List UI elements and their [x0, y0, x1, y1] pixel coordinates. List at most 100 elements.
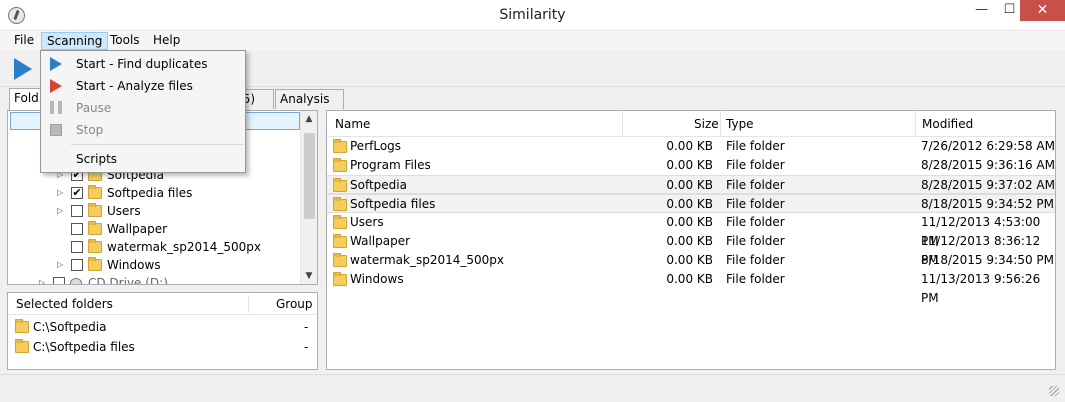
selected-folder-path: C:\Softpedia: [33, 320, 107, 334]
folder-icon: [333, 215, 347, 229]
file-modified: 8/28/2015 9:37:02 AM: [921, 178, 1055, 192]
file-type: File folder: [726, 234, 785, 248]
file-type: File folder: [726, 215, 785, 229]
folder-icon: [15, 339, 29, 353]
checkbox-checked[interactable]: ✔: [71, 187, 83, 199]
column-header-size[interactable]: Size: [694, 117, 719, 131]
tree-item-label: watermak_sp2014_500px: [107, 240, 262, 254]
resize-grip-icon[interactable]: [1049, 386, 1059, 396]
file-row[interactable]: watermak_sp2014_500px 0.00 KB File folde…: [327, 251, 1055, 270]
tree-item[interactable]: ▷ ✔ Softpedia files: [8, 184, 300, 202]
checkbox[interactable]: [71, 241, 83, 253]
selected-folders-list[interactable]: Selected folders Group C:\Softpedia - C:…: [7, 292, 318, 370]
scroll-down-icon[interactable]: ▼: [301, 268, 317, 284]
file-size: 0.00 KB: [666, 139, 713, 153]
file-row[interactable]: PerfLogs 0.00 KB File folder 7/26/2012 6…: [327, 137, 1055, 156]
menu-file[interactable]: File: [9, 32, 39, 50]
menu-item-start-find-duplicates[interactable]: Start - Find duplicates: [42, 53, 244, 75]
file-type: File folder: [726, 139, 785, 153]
file-modified: 8/28/2015 9:36:16 AM: [921, 158, 1055, 172]
expand-icon[interactable]: ▷: [57, 202, 65, 220]
folder-icon: [333, 178, 347, 192]
expand-icon[interactable]: ▷: [57, 256, 65, 274]
file-name: Wallpaper: [350, 234, 411, 248]
checkbox[interactable]: [53, 277, 65, 284]
expand-icon[interactable]: ▷: [57, 184, 65, 202]
cd-drive-icon: [70, 278, 82, 284]
column-header-selected-folders[interactable]: Selected folders: [16, 297, 113, 311]
tab-folders[interactable]: Fold: [9, 88, 42, 110]
play-red-icon: [50, 79, 62, 93]
folder-icon: [333, 197, 347, 211]
file-size: 0.00 KB: [666, 158, 713, 172]
start-scan-icon[interactable]: [14, 58, 32, 80]
tree-item[interactable]: Wallpaper: [8, 220, 300, 238]
file-name: Program Files: [350, 158, 431, 172]
file-modified: 8/18/2015 9:34:50 PM: [921, 253, 1055, 267]
file-modified: 7/26/2012 6:29:58 AM: [921, 139, 1055, 153]
menu-help[interactable]: Help: [148, 32, 185, 50]
file-row[interactable]: Users 0.00 KB File folder 11/12/2013 4:5…: [327, 213, 1055, 248]
file-row[interactable]: Windows 0.00 KB File folder 11/13/2013 9…: [327, 270, 1055, 305]
close-button[interactable]: ✕: [1020, 0, 1065, 21]
menu-tools[interactable]: Tools: [105, 32, 145, 50]
tree-item-label: Softpedia files: [107, 186, 193, 200]
selected-folder-row[interactable]: C:\Softpedia files -: [8, 337, 317, 357]
folder-icon: [333, 139, 347, 153]
column-header-name[interactable]: Name: [335, 117, 370, 131]
menu-item-start-analyze-files[interactable]: Start - Analyze files: [42, 75, 244, 97]
menu-bar: File Scanning Tools Help: [0, 31, 1065, 50]
folder-icon: [88, 221, 102, 235]
folder-icon: [88, 203, 102, 217]
checkbox[interactable]: [71, 223, 83, 235]
folder-icon: [333, 158, 347, 172]
minimize-button[interactable]: —: [968, 0, 995, 21]
folder-icon: [15, 319, 29, 333]
file-row-highlighted[interactable]: Softpedia 0.00 KB File folder 8/28/2015 …: [327, 175, 1055, 194]
scroll-up-icon[interactable]: ▲: [301, 111, 317, 127]
tree-item-partial[interactable]: ▷ CD Drive (D:): [8, 274, 300, 284]
scanning-dropdown-menu: Start - Find duplicates Start - Analyze …: [40, 50, 246, 173]
title-bar: Similarity — ☐ ✕: [0, 0, 1065, 31]
file-type: File folder: [726, 197, 785, 211]
tree-item[interactable]: watermak_sp2014_500px: [8, 238, 300, 256]
file-row[interactable]: Wallpaper 0.00 KB File folder 11/12/2013…: [327, 232, 1055, 267]
file-type: File folder: [726, 178, 785, 192]
checkbox[interactable]: [71, 205, 83, 217]
menu-item-scripts[interactable]: Scripts: [42, 148, 244, 170]
file-size: 0.00 KB: [666, 197, 713, 211]
folder-icon: [333, 272, 347, 286]
file-type: File folder: [726, 158, 785, 172]
menu-scanning[interactable]: Scanning: [41, 32, 109, 50]
column-header-group[interactable]: Group: [276, 297, 313, 311]
file-name: Softpedia: [350, 178, 407, 192]
file-size: 0.00 KB: [666, 234, 713, 248]
column-header-modified[interactable]: Modified: [922, 117, 973, 131]
status-bar: [0, 374, 1065, 402]
window-title: Similarity: [499, 7, 566, 23]
folder-icon: [333, 253, 347, 267]
column-header-type[interactable]: Type: [726, 117, 754, 131]
selected-folder-row[interactable]: C:\Softpedia -: [8, 317, 317, 337]
file-type: File folder: [726, 253, 785, 267]
scroll-thumb[interactable]: [304, 133, 315, 219]
maximize-button[interactable]: ☐: [996, 0, 1023, 21]
file-size: 0.00 KB: [666, 215, 713, 229]
file-size: 0.00 KB: [666, 253, 713, 267]
pause-icon: [50, 101, 62, 114]
tree-item[interactable]: ▷ Windows: [8, 256, 300, 274]
file-row[interactable]: Program Files 0.00 KB File folder 8/28/2…: [327, 156, 1055, 175]
file-name: Softpedia files: [350, 197, 436, 211]
file-row-highlighted[interactable]: Softpedia files 0.00 KB File folder 8/18…: [327, 194, 1055, 213]
file-list[interactable]: Name Size Type Modified PerfLogs 0.00 KB…: [326, 110, 1056, 370]
play-blue-icon: [50, 57, 62, 71]
tree-scrollbar[interactable]: ▲ ▼: [300, 111, 317, 284]
file-size: 0.00 KB: [666, 178, 713, 192]
tab-analysis[interactable]: Analysis (2): [275, 89, 344, 125]
selected-folder-path: C:\Softpedia files: [33, 340, 135, 354]
folder-icon: [88, 257, 102, 271]
checkbox[interactable]: [71, 259, 83, 271]
expand-icon[interactable]: ▷: [39, 274, 47, 284]
folder-icon: [88, 185, 102, 199]
tree-item[interactable]: ▷ Users: [8, 202, 300, 220]
